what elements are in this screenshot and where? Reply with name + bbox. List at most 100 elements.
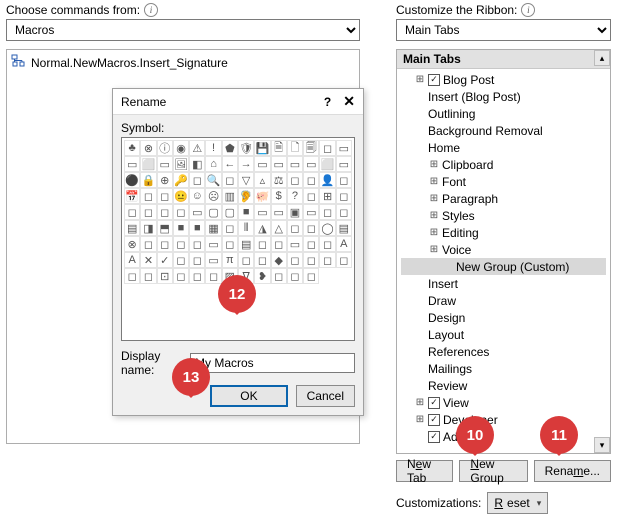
symbol-cell[interactable]: ▭ xyxy=(287,236,303,252)
symbol-cell[interactable]: ▭ xyxy=(189,204,205,220)
symbol-cell[interactable]: ! xyxy=(205,140,221,156)
symbol-cell[interactable]: 🐖 xyxy=(254,188,270,204)
symbol-cell[interactable]: 💾 xyxy=(254,140,270,156)
symbol-cell[interactable]: ◻ xyxy=(303,172,319,188)
symbol-cell[interactable]: ◻ xyxy=(189,252,205,268)
tree-node[interactable]: Insert xyxy=(401,275,606,292)
symbol-cell[interactable]: ◻ xyxy=(254,236,270,252)
symbol-cell[interactable]: ◻ xyxy=(303,236,319,252)
symbol-cell[interactable]: ▭ xyxy=(303,204,319,220)
tree-node[interactable]: Review xyxy=(401,377,606,394)
tree-node[interactable]: ⊞Clipboard xyxy=(401,156,606,173)
symbol-cell[interactable]: ⫴ xyxy=(238,220,254,236)
symbol-cell[interactable]: A xyxy=(336,236,352,252)
close-icon[interactable]: ✕ xyxy=(343,93,355,110)
symbol-cell[interactable]: ⌂ xyxy=(205,156,221,172)
symbol-cell[interactable]: ◻ xyxy=(303,252,319,268)
symbol-cell[interactable]: ▥ xyxy=(222,188,238,204)
expand-icon[interactable]: ⊞ xyxy=(415,74,425,85)
symbol-cell[interactable]: ◻ xyxy=(319,140,335,156)
customize-ribbon-select[interactable]: Main Tabs xyxy=(396,19,611,41)
symbol-cell[interactable]: ◻ xyxy=(140,268,156,284)
symbol-cell[interactable]: ▢ xyxy=(222,204,238,220)
checkbox-icon[interactable] xyxy=(428,74,440,86)
symbol-cell[interactable]: ⬜ xyxy=(319,156,335,172)
symbol-cell[interactable]: ■ xyxy=(173,220,189,236)
symbol-cell[interactable]: ⬟ xyxy=(222,140,238,156)
symbol-cell[interactable]: ◨ xyxy=(140,220,156,236)
tree-node[interactable]: ⊞Blog Post xyxy=(401,71,606,88)
tree-node[interactable]: ⊞Editing xyxy=(401,224,606,241)
symbol-cell[interactable]: 🖼 xyxy=(173,156,189,172)
ribbon-tree[interactable]: ⊞Blog PostInsert (Blog Post)OutliningBac… xyxy=(397,69,610,447)
expand-icon[interactable]: ⊞ xyxy=(429,159,439,170)
symbol-cell[interactable]: ▭ xyxy=(157,156,173,172)
symbol-cell[interactable]: ✓ xyxy=(157,252,173,268)
tree-node[interactable]: Layout xyxy=(401,326,606,343)
tree-node[interactable]: ⊞Styles xyxy=(401,207,606,224)
symbol-cell[interactable]: ▵ xyxy=(254,172,270,188)
symbol-cell[interactable]: ◻ xyxy=(222,220,238,236)
tree-node[interactable]: Design xyxy=(401,309,606,326)
expand-icon[interactable]: ⊞ xyxy=(429,210,439,221)
tree-node[interactable]: References xyxy=(401,343,606,360)
symbol-cell[interactable]: ♣ xyxy=(124,140,140,156)
symbol-cell[interactable]: ⓘ xyxy=(157,140,173,156)
symbol-cell[interactable]: ◻ xyxy=(222,236,238,252)
symbol-cell[interactable]: ⊞ xyxy=(319,188,335,204)
symbol-cell[interactable]: ▭ xyxy=(271,204,287,220)
symbol-cell[interactable]: ◻ xyxy=(173,268,189,284)
expand-icon[interactable]: ⊞ xyxy=(429,176,439,187)
symbol-cell[interactable]: ◻ xyxy=(173,236,189,252)
symbol-cell[interactable]: △ xyxy=(271,220,287,236)
help-icon[interactable]: ? xyxy=(324,95,331,109)
tree-node[interactable]: New Group (Custom) xyxy=(401,258,606,275)
symbol-cell[interactable]: ◻ xyxy=(287,268,303,284)
symbol-cell[interactable]: ◻ xyxy=(319,236,335,252)
symbol-cell[interactable]: ◻ xyxy=(336,204,352,220)
reset-dropdown[interactable]: Reset xyxy=(487,492,548,514)
symbol-cell[interactable]: ◻ xyxy=(157,236,173,252)
symbol-cell[interactable]: ⊗ xyxy=(140,140,156,156)
symbol-cell[interactable]: ⚖ xyxy=(271,172,287,188)
symbol-cell[interactable]: ■ xyxy=(238,204,254,220)
symbol-cell[interactable]: ◻ xyxy=(124,268,140,284)
tree-node[interactable]: Insert (Blog Post) xyxy=(401,88,606,105)
symbol-cell[interactable]: ⊕ xyxy=(157,172,173,188)
symbol-cell[interactable]: ◻ xyxy=(287,172,303,188)
symbol-cell[interactable]: ◻ xyxy=(157,204,173,220)
symbol-cell[interactable]: ◻ xyxy=(189,236,205,252)
display-name-input[interactable] xyxy=(190,353,355,373)
ok-button[interactable]: OK xyxy=(210,385,287,407)
symbol-cell[interactable]: 🗋 xyxy=(287,140,303,156)
symbol-cell[interactable]: ▤ xyxy=(336,220,352,236)
tree-node[interactable]: Draw xyxy=(401,292,606,309)
expand-icon[interactable]: ⊞ xyxy=(429,244,439,255)
symbol-cell[interactable]: ⬒ xyxy=(157,220,173,236)
symbol-cell[interactable]: ◻ xyxy=(303,188,319,204)
symbol-cell[interactable]: 🗐 xyxy=(303,140,319,156)
symbol-cell[interactable]: A xyxy=(124,252,140,268)
symbol-cell[interactable]: 🛡 xyxy=(238,140,254,156)
symbol-cell[interactable]: ⬜ xyxy=(140,156,156,172)
symbol-cell[interactable]: ◻ xyxy=(140,236,156,252)
symbol-cell[interactable]: ◻ xyxy=(222,172,238,188)
symbol-cell[interactable]: ◻ xyxy=(157,188,173,204)
symbol-cell[interactable]: 🔑 xyxy=(173,172,189,188)
symbol-cell[interactable]: 🦻 xyxy=(238,188,254,204)
symbol-cell[interactable]: ■ xyxy=(189,220,205,236)
symbol-cell[interactable]: π xyxy=(222,252,238,268)
symbol-cell[interactable]: 👤 xyxy=(319,172,335,188)
symbol-cell[interactable]: 😐 xyxy=(173,188,189,204)
symbol-cell[interactable]: ▭ xyxy=(287,156,303,172)
symbol-cell[interactable]: ▭ xyxy=(271,156,287,172)
symbol-cell[interactable]: ❥ xyxy=(254,268,270,284)
symbol-cell[interactable]: ◻ xyxy=(303,268,319,284)
tree-node[interactable]: Background Removal xyxy=(401,122,606,139)
symbol-cell[interactable]: ◻ xyxy=(189,172,205,188)
scroll-down-button[interactable]: ▾ xyxy=(594,437,610,453)
symbol-cell[interactable]: ◻ xyxy=(254,252,270,268)
symbol-cell[interactable]: 📅 xyxy=(124,188,140,204)
symbol-cell[interactable]: ◻ xyxy=(173,252,189,268)
info-icon[interactable]: i xyxy=(521,3,535,17)
